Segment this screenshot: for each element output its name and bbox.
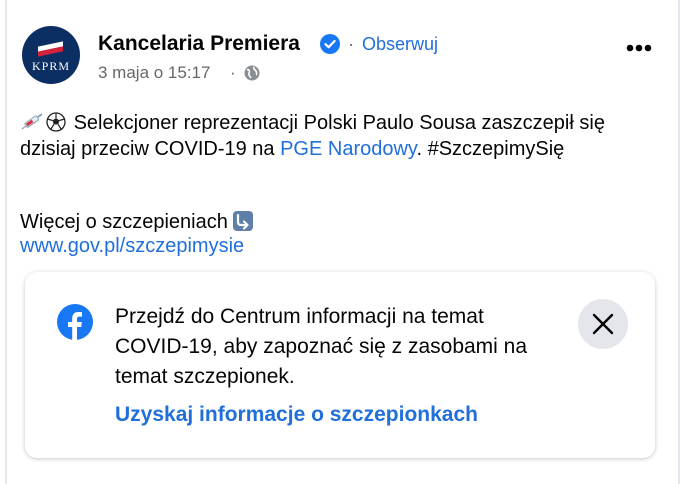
avatar[interactable]: KPRM	[22, 26, 80, 84]
vaccine-info-link[interactable]: Uzyskaj informacje o szczepionkach	[115, 403, 478, 427]
more-info-line: Więcej o szczepieniach	[20, 209, 254, 235]
gov-link[interactable]: www.gov.pl/szczepimysie	[20, 233, 244, 259]
feed-border-left	[5, 0, 7, 484]
location-link[interactable]: PGE Narodowy	[280, 138, 416, 160]
more-options-icon[interactable]	[626, 44, 652, 52]
arrow-down-right-icon	[232, 211, 253, 231]
post-timestamp[interactable]: 3 maja o 15:17	[98, 63, 210, 83]
post-text: Selekcjoner reprezentacji Polski Paulo S…	[20, 110, 660, 162]
polish-flag-icon	[38, 41, 63, 57]
syringe-icon	[21, 113, 43, 130]
post-header: KPRM Kancelaria Premiera · Obserwuj 3 ma…	[22, 18, 662, 88]
verified-badge-icon	[320, 34, 340, 54]
separator: ·	[348, 34, 354, 54]
globe-icon	[244, 65, 260, 81]
soccer-ball-icon	[46, 112, 66, 132]
separator: ·	[230, 63, 236, 82]
more-info-text: Więcej o szczepieniach	[20, 211, 228, 233]
follow-button[interactable]: Obserwuj	[362, 34, 438, 55]
close-button[interactable]	[578, 299, 628, 349]
info-card-text: Przejdź do Centrum informacji na temat C…	[115, 305, 528, 388]
close-icon	[592, 313, 614, 335]
page-name[interactable]: Kancelaria Premiera	[98, 32, 300, 56]
facebook-logo-icon	[57, 304, 93, 340]
avatar-text: KPRM	[31, 59, 70, 73]
covid-info-card: Przejdź do Centrum informacji na temat C…	[25, 272, 655, 458]
post-text-part2[interactable]: . #SzczepimySię	[416, 138, 564, 160]
